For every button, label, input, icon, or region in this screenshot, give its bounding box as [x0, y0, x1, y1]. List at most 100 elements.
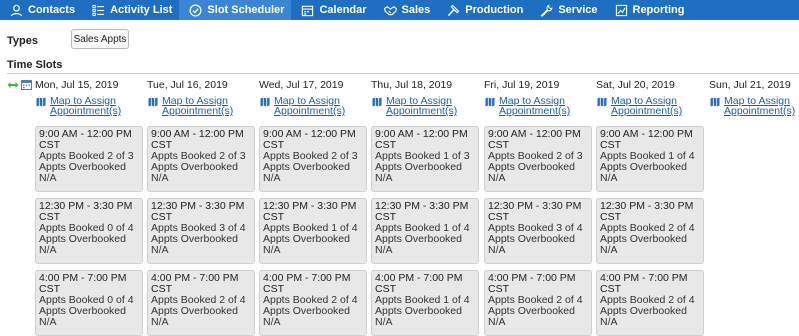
time-slot-card[interactable]: 4:00 PM - 7:00 PM CST Appts Booked 2 of 4… [259, 270, 367, 336]
day-navigation [7, 79, 32, 90]
time-slot-card[interactable]: 12:30 PM - 3:30 PM CST Appts Booked 2 of 4… [596, 198, 704, 264]
nav-item-label: Slot Scheduler [207, 4, 285, 16]
time-slot-card[interactable]: 4:00 PM - 7:00 PM CST Appts Booked 0 of 4… [35, 270, 143, 336]
map-to-assign-link[interactable]: Map to Assign Appointment(s) [485, 96, 592, 116]
time-slot-card[interactable]: 12:30 PM - 3:30 PM CST Appts Booked 3 of 4… [484, 198, 592, 264]
list-icon [92, 4, 105, 17]
slot-time-range: 4:00 PM - 7:00 PM CST [375, 272, 463, 295]
day-column: Thu, Jul 18, 2019 Map to Assign Appointme… [371, 79, 479, 116]
wrench-icon [540, 4, 553, 17]
map-to-assign-link[interactable]: Map to Assign Appointment(s) [372, 96, 479, 116]
check-circle-icon [189, 4, 202, 17]
time-slot-card[interactable]: 9:00 AM - 12:00 PM CST Appts Booked 2 of 3… [259, 126, 367, 192]
day-column: Wed, Jul 17, 2019 Map to Assign Appointme… [259, 79, 367, 116]
slot-appts-overbooked: Appts Overbooked N/A [488, 161, 575, 184]
map-to-assign-link[interactable]: Map to Assign Appointment(s) [710, 96, 799, 116]
map-icon [485, 97, 495, 107]
map-icon [597, 97, 607, 107]
time-slot-card[interactable]: 9:00 AM - 12:00 PM CST Appts Booked 2 of 3… [147, 126, 255, 192]
slot-appts-overbooked: Appts Overbooked N/A [263, 233, 350, 256]
day-header: Tue, Jul 16, 2019 [147, 79, 228, 91]
nav-item-activity-list[interactable]: Activity List [82, 0, 179, 20]
map-link-text-line2: Appointment(s) [724, 105, 796, 117]
slot-time-range: 4:00 PM - 7:00 PM CST [39, 272, 127, 295]
day-column: Sat, Jul 20, 2019 Map to Assign Appointme… [596, 79, 704, 116]
time-slot-card[interactable]: 12:30 PM - 3:30 PM CST Appts Booked 1 of 4… [371, 198, 479, 264]
slot-time-range: 4:00 PM - 7:00 PM CST [151, 272, 239, 295]
nav-item-reporting[interactable]: Reporting [605, 0, 692, 20]
nav-item-slot-scheduler[interactable]: Slot Scheduler [179, 0, 292, 20]
time-slots-label: Time Slots [7, 59, 63, 71]
slot-appts-overbooked: Appts Overbooked N/A [600, 161, 687, 184]
nav-item-calendar[interactable]: Calendar [291, 0, 373, 20]
time-slot-card[interactable]: 9:00 AM - 12:00 PM CST Appts Booked 2 of 3… [484, 126, 592, 192]
time-slot-card[interactable]: 9:00 AM - 12:00 PM CST Appts Booked 2 of 3… [35, 126, 143, 192]
hammer-icon [447, 4, 460, 17]
slot-appts-overbooked: Appts Overbooked N/A [375, 161, 462, 184]
day-header: Fri, Jul 19, 2019 [484, 79, 560, 91]
day-column: Sun, Jul 21, 2019 Map to Assign Appointme… [709, 79, 799, 116]
calendar-picker-icon[interactable] [21, 79, 32, 90]
map-link-text-line2: Appointment(s) [499, 105, 571, 117]
map-icon [36, 97, 46, 107]
nav-item-production[interactable]: Production [437, 0, 530, 20]
map-icon [710, 97, 720, 107]
map-to-assign-link[interactable]: Map to Assign Appointment(s) [148, 96, 255, 116]
day-column: Mon, Jul 15, 2019 Map to Assign Appointme… [35, 79, 143, 116]
time-slot-card[interactable]: 12:30 PM - 3:30 PM CST Appts Booked 0 of 4… [35, 198, 143, 264]
nav-item-label: Contacts [28, 4, 76, 16]
slot-appts-overbooked: Appts Overbooked N/A [39, 161, 126, 184]
time-slot-card[interactable]: 12:30 PM - 3:30 PM CST Appts Booked 3 of 4… [147, 198, 255, 264]
types-label: Types [7, 35, 38, 47]
slot-appts-overbooked: Appts Overbooked N/A [39, 233, 126, 256]
day-column: Tue, Jul 16, 2019 Map to Assign Appointme… [147, 79, 255, 116]
nav-item-label: Activity List [110, 4, 173, 16]
time-slot-card[interactable]: 9:00 AM - 12:00 PM CST Appts Booked 1 of 4… [596, 126, 704, 192]
day-header: Thu, Jul 18, 2019 [371, 79, 453, 91]
map-link-text-line2: Appointment(s) [50, 105, 122, 117]
slot-appts-overbooked: Appts Overbooked N/A [375, 233, 462, 256]
day-header: Wed, Jul 17, 2019 [259, 79, 344, 91]
time-slot-card[interactable]: 4:00 PM - 7:00 PM CST Appts Booked 2 of 4… [596, 270, 704, 336]
slot-appts-overbooked: Appts Overbooked N/A [263, 305, 350, 328]
slot-appts-overbooked: Appts Overbooked N/A [263, 161, 350, 184]
slot-appts-overbooked: Appts Overbooked N/A [375, 305, 462, 328]
slot-appts-overbooked: Appts Overbooked N/A [488, 305, 575, 328]
map-to-assign-link[interactable]: Map to Assign Appointment(s) [597, 96, 704, 116]
sales-appts-button[interactable]: Sales Appts [71, 29, 129, 49]
nav-item-contacts[interactable]: Contacts [0, 0, 82, 20]
top-nav-bar: Contacts Activity List Slot Scheduler Ca… [0, 0, 799, 20]
nav-item-label: Calendar [319, 4, 367, 16]
double-arrow-icon[interactable] [7, 80, 19, 90]
time-slot-card[interactable]: 12:30 PM - 3:30 PM CST Appts Booked 1 of 4… [259, 198, 367, 264]
nav-item-service[interactable]: Service [530, 0, 604, 20]
nav-item-label: Production [465, 4, 524, 16]
slot-appts-overbooked: Appts Overbooked N/A [600, 305, 687, 328]
day-header: Mon, Jul 15, 2019 [35, 79, 119, 91]
map-link-text-line2: Appointment(s) [611, 105, 683, 117]
slot-appts-overbooked: Appts Overbooked N/A [151, 161, 238, 184]
user-icon [10, 4, 23, 17]
map-link-text-line2: Appointment(s) [162, 105, 234, 117]
handshake-icon [383, 4, 397, 17]
time-slot-card[interactable]: 4:00 PM - 7:00 PM CST Appts Booked 1 of 4… [371, 270, 479, 336]
map-to-assign-link[interactable]: Map to Assign Appointment(s) [260, 96, 367, 116]
map-icon [260, 97, 270, 107]
slot-time-range: 4:00 PM - 7:00 PM CST [263, 272, 351, 295]
map-link-text-line2: Appointment(s) [386, 105, 458, 117]
nav-item-label: Reporting [632, 4, 685, 16]
slot-appts-overbooked: Appts Overbooked N/A [39, 305, 126, 328]
day-header: Sun, Jul 21, 2019 [709, 79, 791, 91]
map-to-assign-link[interactable]: Map to Assign Appointment(s) [36, 96, 143, 116]
slot-appts-overbooked: Appts Overbooked N/A [151, 233, 238, 256]
time-slot-card[interactable]: 4:00 PM - 7:00 PM CST Appts Booked 2 of 4… [484, 270, 592, 336]
time-slot-card[interactable]: 9:00 AM - 12:00 PM CST Appts Booked 1 of 3… [371, 126, 479, 192]
nav-item-label: Service [558, 4, 598, 16]
divider [7, 73, 799, 74]
map-link-text-line2: Appointment(s) [274, 105, 346, 117]
nav-item-sales[interactable]: Sales [374, 0, 438, 20]
map-icon [372, 97, 382, 107]
nav-item-label: Sales [401, 4, 431, 16]
slot-appts-overbooked: Appts Overbooked N/A [151, 305, 238, 328]
time-slot-card[interactable]: 4:00 PM - 7:00 PM CST Appts Booked 2 of 4… [147, 270, 255, 336]
